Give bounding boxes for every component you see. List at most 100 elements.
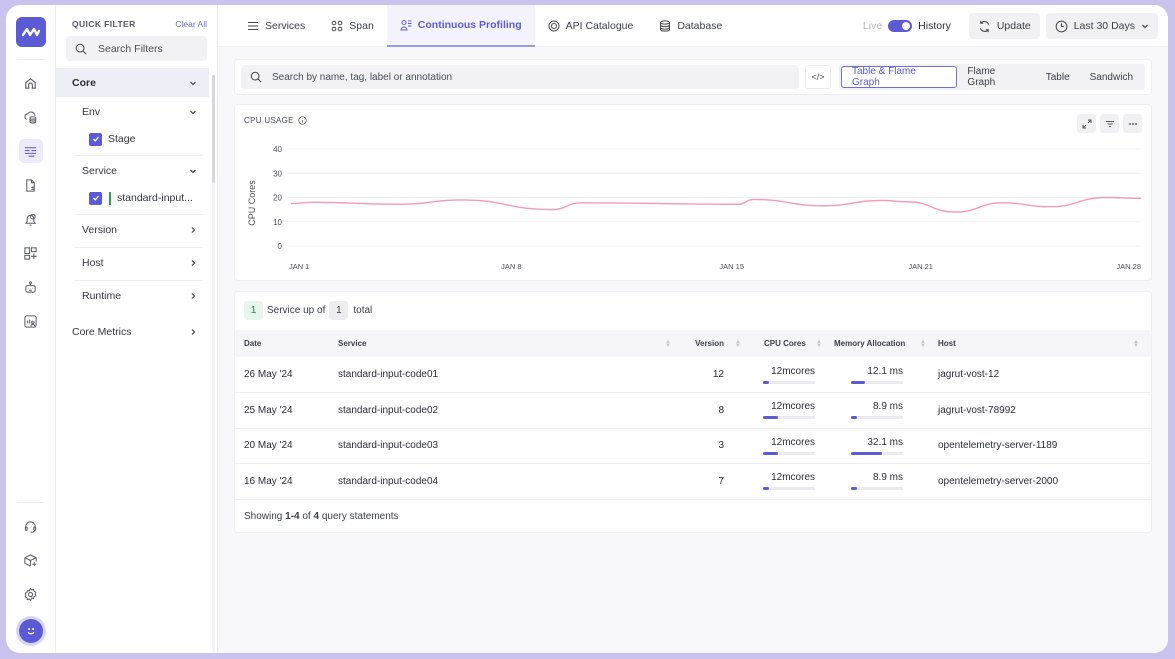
filter-search-input[interactable]: Search Filters [66,36,207,61]
view-table-flame-graph[interactable]: Table & Flame Graph [840,66,958,88]
column-header-cpu-cores[interactable]: CPU Cores ▲ ▼ [744,330,825,357]
column-header-memory-allocation[interactable]: Memory Allocation ▲ ▼ [825,330,929,357]
code-view-button[interactable]: </> [805,65,831,89]
top-tabs: Services Span Continuous Profiling API C… [218,5,1168,47]
tab-label: Services [265,19,306,32]
cpu-usage-bar [763,451,815,455]
time-range-select[interactable]: Last 30 Days [1045,13,1158,39]
footer-range: 1-4 [285,511,300,522]
sort-icon[interactable]: ▲ ▼ [1133,339,1139,349]
add-package-icon[interactable] [19,548,43,572]
memory-bar-fill [851,487,858,491]
tab-continuous-profiling[interactable]: Continuous Profiling [386,5,535,47]
table-footer: Showing 1-4 of 4 query statements [244,511,399,522]
cell-service[interactable]: standard-input-code01 [329,357,679,393]
cell-date: 16 May '24 [235,463,329,500]
filter-group-core[interactable]: Core [56,68,209,97]
search-icon [250,71,262,83]
support-headset-icon[interactable] [19,514,43,538]
table-row[interactable]: 26 May '24 standard-input-code01 12 12mcore… [235,357,1151,393]
user-report-icon[interactable] [19,309,43,333]
database-icon [660,19,671,32]
more-options-button[interactable] [1123,114,1142,133]
filter-runtime[interactable]: Runtime [56,281,209,310]
clock-icon [1055,20,1068,32]
tab-api-catalogue[interactable]: API Catalogue [535,5,647,47]
document-icon[interactable] [19,173,43,197]
memory-bar-fill [851,380,866,384]
filter-service[interactable]: Service [56,156,209,185]
checkbox-checked[interactable] [89,191,102,205]
view-sandwich[interactable]: Sandwich [1080,66,1143,88]
user-avatar[interactable] [18,619,43,643]
column-header-service[interactable]: Service ▲ ▼ [329,330,679,357]
memory-bar [851,416,903,420]
alert-bell-icon[interactable] [19,207,43,231]
footer-of: of [302,511,311,522]
cell-service[interactable]: standard-input-code04 [329,463,679,500]
robot-icon[interactable] [19,275,43,299]
expand-button[interactable] [1077,114,1096,133]
sort-icon[interactable]: ▲ ▼ [920,339,926,349]
sort-icon[interactable]: ▲ ▼ [665,339,671,349]
tab-label: Continuous Profiling [417,18,522,31]
cloud-database-icon[interactable] [19,105,43,129]
tab-database[interactable]: Database [646,5,735,47]
chart-actions [1073,114,1142,133]
table-row[interactable]: 20 May '24 standard-input-code03 3 12mcores… [235,428,1151,464]
column-label: CPU Cores [764,339,806,348]
code-icon: </> [811,72,825,82]
cpu-cores-value: 12mcores [771,436,815,448]
sort-icon[interactable]: ▲ ▼ [816,339,822,349]
main-content: Services Span Continuous Profiling API C… [218,5,1168,653]
app-logo[interactable] [15,17,46,47]
filter-option-label: standard-input... [117,192,193,204]
top-right-controls: Live History Update Last 30 Days [863,13,1158,39]
table-row[interactable]: 16 May '24 standard-input-code04 7 12mcores… [235,463,1151,500]
view-table[interactable]: Table [1036,66,1080,88]
filter-button[interactable] [1100,114,1119,133]
y-tick-label: 40 [273,145,282,154]
live-history-toggle[interactable] [888,20,913,32]
info-icon[interactable] [298,116,307,125]
filter-version[interactable]: Version [56,215,209,244]
cell-host: opentelemetry-server-2000 [929,463,1151,500]
filter-search-placeholder: Search Filters [98,42,163,55]
view-flame-graph[interactable]: Flame Graph [957,66,1035,88]
settings-gear-icon[interactable] [19,582,43,606]
filter-option-stage[interactable]: Stage [56,126,209,152]
column-header-date[interactable]: Date [235,330,329,357]
sort-icon[interactable]: ▲ ▼ [735,339,741,349]
filter-version-label: Version [82,223,118,236]
memory-bar [851,451,903,455]
memory-bar [851,487,903,491]
cell-cpu-cores: 12mcores [744,392,825,429]
rail-divider [16,502,45,503]
update-button[interactable]: Update [968,13,1040,39]
tab-services[interactable]: Services [234,5,318,47]
cell-service[interactable]: standard-input-code02 [329,392,679,429]
checkbox-checked[interactable] [89,132,102,146]
filter-core-metrics[interactable]: Core Metrics [56,317,209,346]
footer-suffix: query statements [321,511,399,522]
cell-cpu-cores: 12mcores [744,428,825,464]
tab-span[interactable]: Span [318,5,387,47]
column-header-version[interactable]: Version ▲ ▼ [679,330,744,357]
memory-bar-fill [851,416,858,420]
add-widget-icon[interactable] [19,241,43,265]
table-row[interactable]: 25 May '24 standard-input-code02 8 12mcores… [235,392,1151,429]
filter-core-metrics-label: Core Metrics [72,325,132,338]
profiling-nav-icon[interactable] [18,139,43,163]
profiling-icon [400,19,412,30]
profile-search-input[interactable]: Search by name, tag, label or annotation [241,65,799,89]
column-header-host[interactable]: Host ▲ ▼ [929,330,1151,357]
scrollbar-thumb[interactable] [212,75,215,183]
filter-icon [1105,120,1114,127]
home-icon[interactable] [19,71,43,95]
clear-all-link[interactable]: Clear All [175,19,207,29]
cell-service[interactable]: standard-input-code03 [329,428,679,464]
memory-bar [851,380,903,384]
filter-option-service[interactable]: standard-input... [56,185,209,211]
filter-env[interactable]: Env [56,97,209,126]
filter-host[interactable]: Host [56,248,209,277]
